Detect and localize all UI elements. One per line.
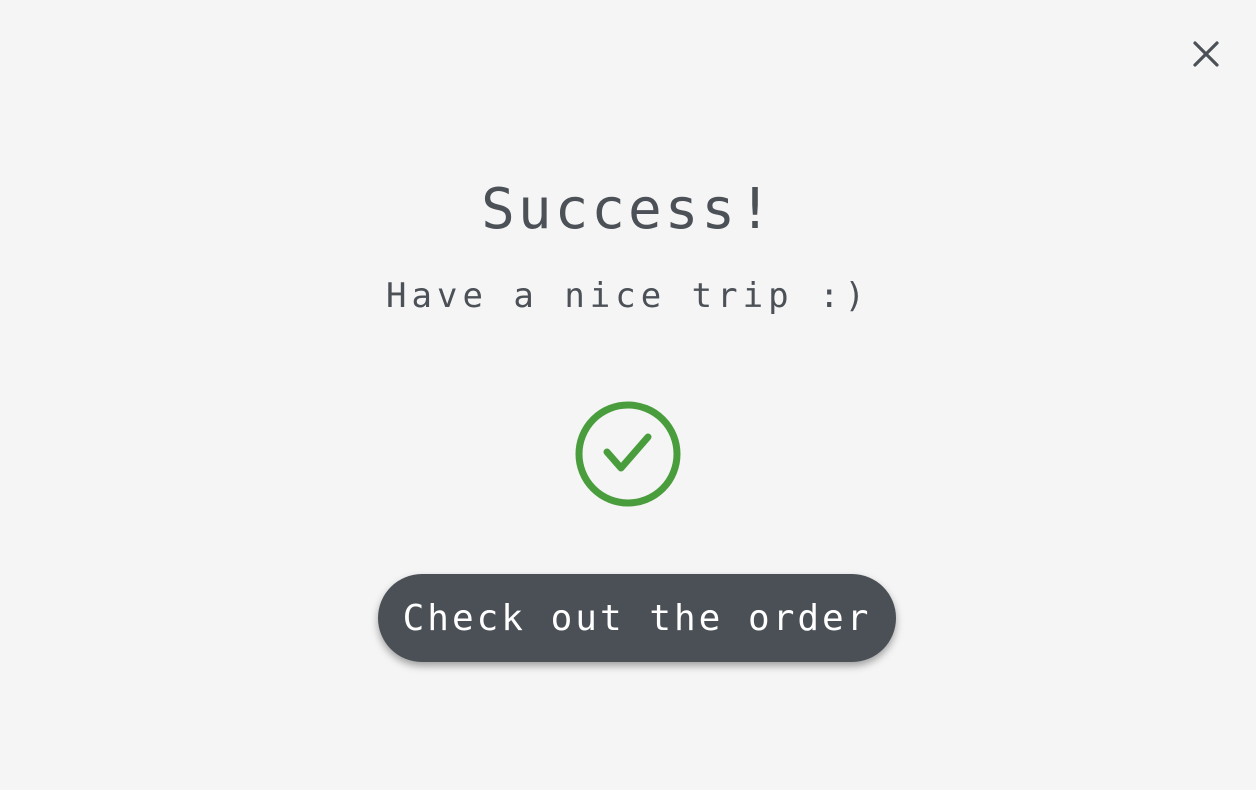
check-out-order-button[interactable]: Check out the order [378,574,896,662]
success-subtitle: Have a nice trip :) [386,276,870,316]
success-title: Success! [481,177,775,242]
status-indicator [574,400,682,508]
close-icon [1193,41,1219,67]
close-button[interactable] [1188,36,1224,72]
check-circle-icon [575,401,681,507]
